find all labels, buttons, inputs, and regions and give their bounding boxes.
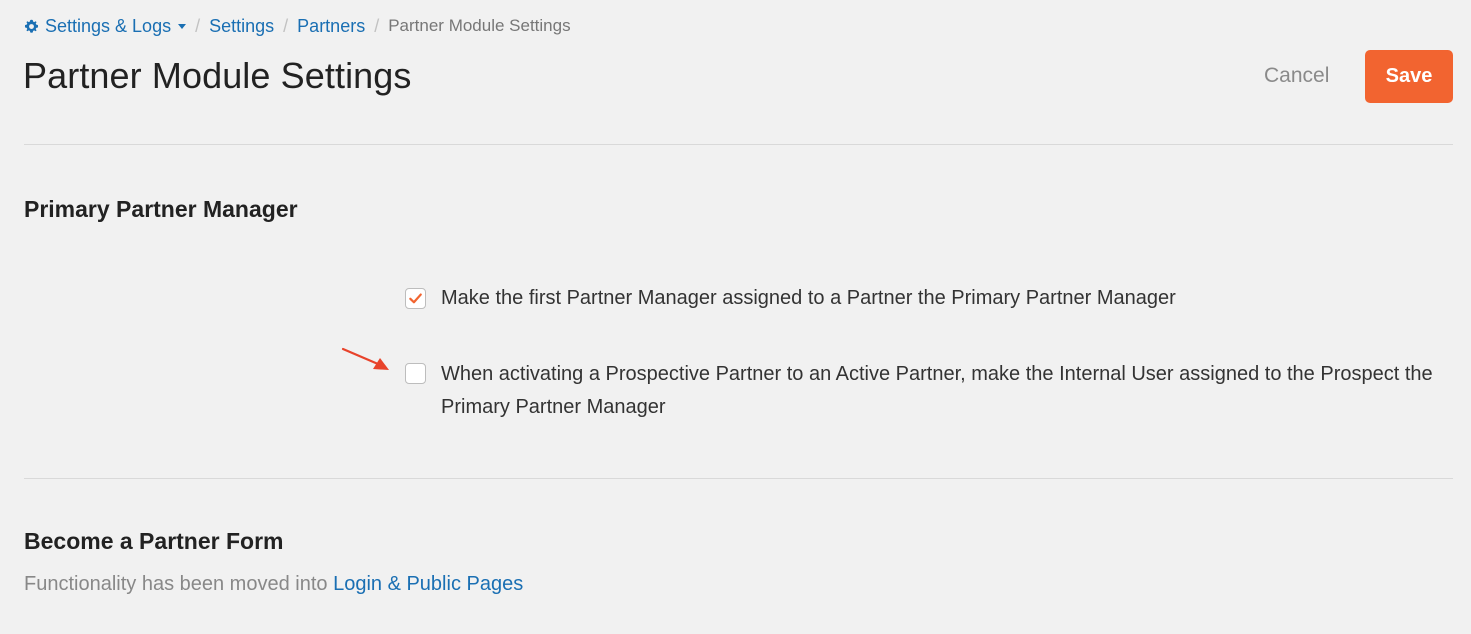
save-button[interactable]: Save — [1365, 50, 1453, 103]
moved-notice: Functionality has been moved into Login … — [24, 573, 523, 596]
cancel-button[interactable]: Cancel — [1264, 64, 1329, 88]
first-manager-primary-checkbox[interactable] — [405, 288, 426, 309]
settings-logs-link[interactable]: Settings & Logs — [45, 16, 171, 37]
page-title: Partner Module Settings — [23, 55, 412, 96]
section-divider — [24, 478, 1453, 479]
checkmark-icon — [409, 293, 422, 304]
breadcrumb-settings-link[interactable]: Settings — [209, 16, 274, 37]
breadcrumb-separator: / — [283, 15, 289, 36]
breadcrumb-current: Partner Module Settings — [388, 16, 571, 35]
settings-logs-dropdown[interactable]: Settings & Logs — [24, 16, 187, 37]
internal-user-primary-label: When activating a Prospective Partner to… — [441, 363, 1433, 418]
annotation-arrow — [341, 347, 389, 370]
breadcrumb: Settings & Logs / Settings / Partners / … — [24, 14, 571, 38]
gear-icon — [24, 19, 39, 33]
header-divider — [24, 144, 1453, 145]
internal-user-primary-checkbox[interactable] — [405, 363, 426, 384]
breadcrumb-separator: / — [374, 15, 380, 36]
caret-down-icon[interactable] — [178, 23, 187, 29]
login-public-pages-link[interactable]: Login & Public Pages — [333, 573, 523, 595]
moved-notice-text: Functionality has been moved into — [24, 573, 334, 595]
become-partner-form-heading: Become a Partner Form — [24, 528, 284, 554]
breadcrumb-partners-link[interactable]: Partners — [297, 16, 365, 37]
first-manager-primary-label: Make the first Partner Manager assigned … — [441, 287, 1176, 309]
breadcrumb-separator: / — [195, 15, 201, 36]
primary-partner-manager-heading: Primary Partner Manager — [24, 196, 298, 222]
